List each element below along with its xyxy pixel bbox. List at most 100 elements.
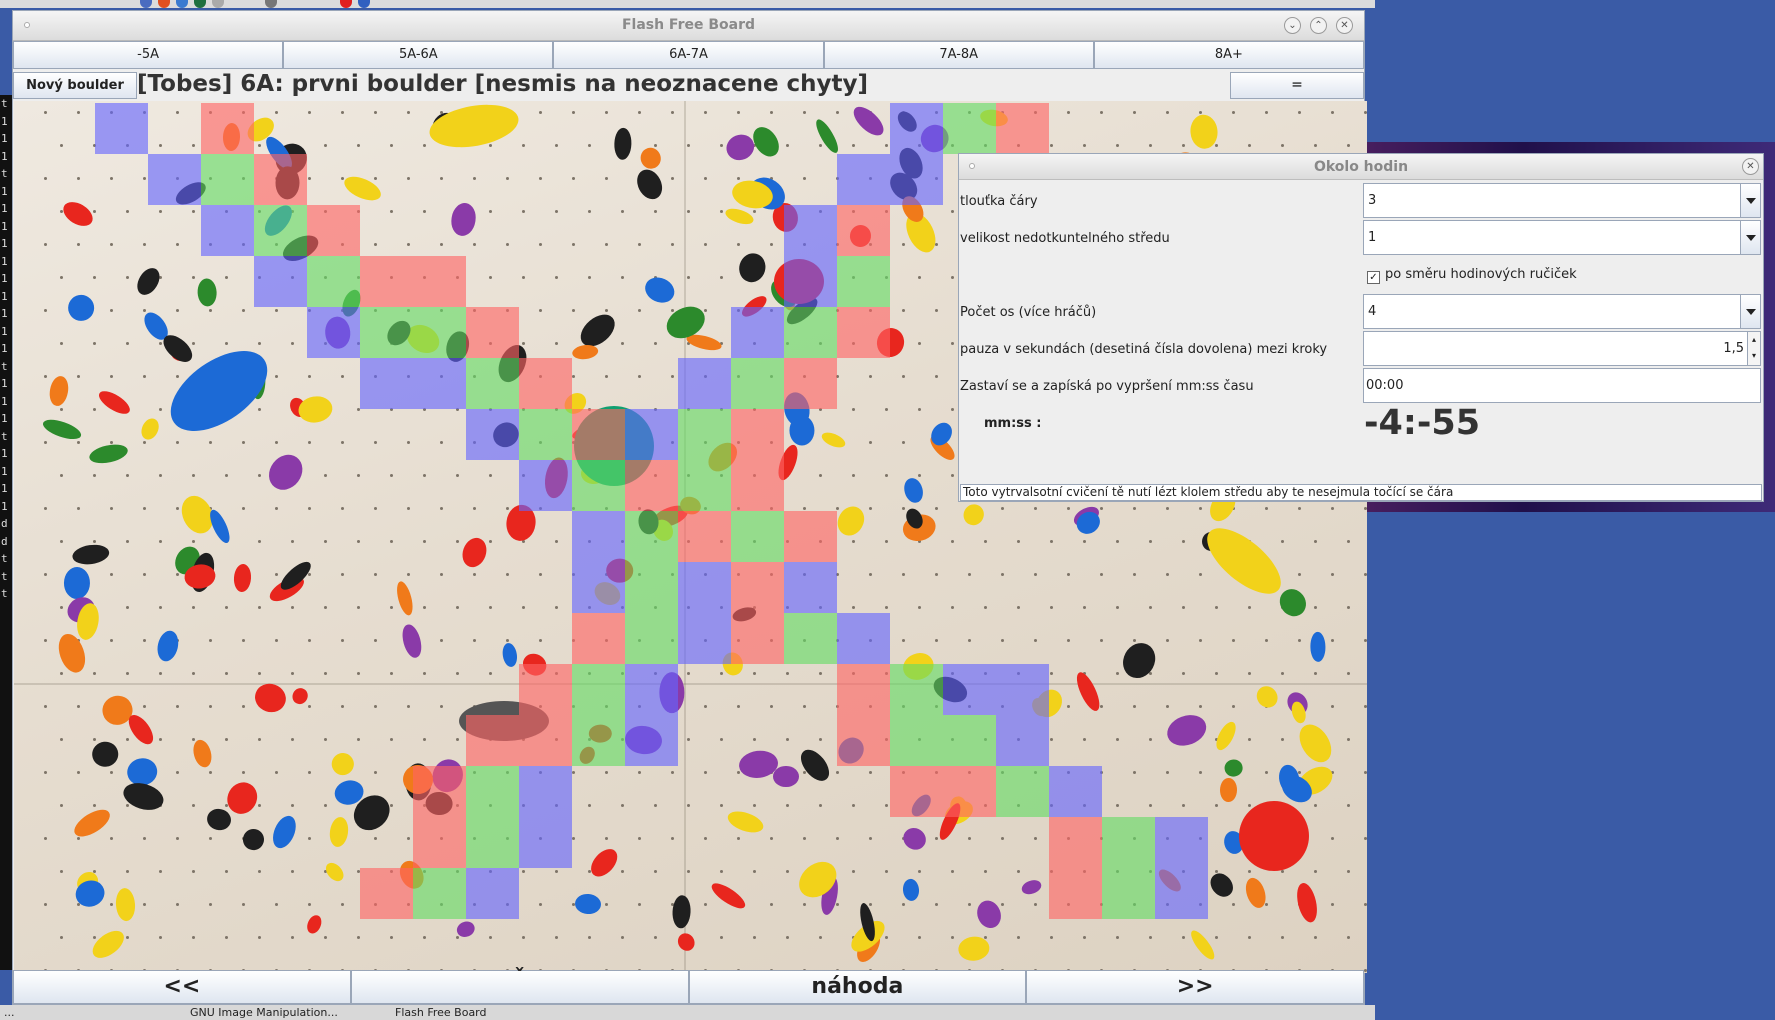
equals-button[interactable]: = bbox=[1230, 72, 1364, 99]
bolt-hole bbox=[1330, 573, 1334, 576]
minimize-icon[interactable]: ⌄ bbox=[1284, 17, 1301, 34]
bolt-hole bbox=[422, 210, 426, 213]
bolt-hole bbox=[191, 672, 195, 675]
terminal-line: 1 bbox=[1, 254, 8, 268]
climbing-hold bbox=[735, 250, 769, 286]
bolt-hole bbox=[554, 144, 558, 147]
bolt-hole bbox=[901, 375, 905, 378]
climbing-hold bbox=[673, 929, 698, 955]
bolt-hole bbox=[191, 210, 195, 213]
tab-grade-7a-8a[interactable]: 7A-8A bbox=[823, 41, 1094, 69]
browser-icon[interactable] bbox=[358, 0, 370, 8]
bolt-hole bbox=[488, 210, 492, 213]
bolt-hole bbox=[950, 276, 954, 279]
climbing-hold bbox=[671, 894, 692, 929]
bolt-hole bbox=[851, 606, 855, 609]
bolt-hole bbox=[818, 672, 822, 675]
prev-button[interactable]: << bbox=[13, 970, 351, 1004]
bolt-hole bbox=[587, 804, 591, 807]
bolt-hole bbox=[637, 243, 641, 246]
next-button[interactable]: >> bbox=[1026, 970, 1364, 1004]
dialog-title-bar[interactable]: Okolo hodin ✕ bbox=[959, 154, 1763, 180]
tab-grade-5a[interactable]: -5A bbox=[13, 41, 284, 69]
bolt-hole bbox=[175, 309, 179, 312]
stop-after-input[interactable]: 00:00 bbox=[1363, 368, 1761, 403]
path-cell bbox=[95, 103, 148, 154]
monitor-icon[interactable] bbox=[265, 0, 277, 8]
random-button[interactable]: náhoda bbox=[688, 970, 1027, 1004]
bolt-hole bbox=[1330, 903, 1334, 906]
bolt-hole bbox=[1000, 903, 1004, 906]
taskbar-item[interactable]: ... bbox=[4, 1006, 15, 1019]
bolt-hole bbox=[1165, 639, 1169, 642]
maximize-icon[interactable]: ⌃ bbox=[1310, 17, 1327, 34]
new-boulder-button[interactable]: Nový boulder bbox=[13, 72, 137, 99]
climbing-hold bbox=[91, 740, 120, 769]
bolt-hole bbox=[703, 903, 707, 906]
tab-grade-8a-plus[interactable]: 8A+ bbox=[1093, 41, 1365, 69]
chevron-down-icon[interactable] bbox=[1740, 295, 1760, 328]
bolt-hole bbox=[967, 573, 971, 576]
bolt-hole bbox=[1363, 507, 1367, 510]
bolt-hole bbox=[604, 111, 608, 114]
taskbar-item[interactable]: Flash Free Board bbox=[395, 1006, 487, 1019]
bolt-hole bbox=[1363, 969, 1367, 972]
shield-icon[interactable] bbox=[176, 0, 188, 8]
bolt-hole bbox=[488, 540, 492, 543]
spinner-arrows-icon[interactable]: ▴ ▾ bbox=[1747, 332, 1760, 365]
climbing-hold bbox=[289, 685, 310, 708]
bolt-hole bbox=[686, 738, 690, 741]
path-cell bbox=[519, 817, 572, 868]
checkbox-checked-icon[interactable]: ✓ bbox=[1367, 271, 1380, 284]
bolt-hole bbox=[868, 771, 872, 774]
center-size-select[interactable]: 1 bbox=[1363, 220, 1761, 255]
title-bar[interactable]: Flash Free Board ⌄ ⌃ ✕ bbox=[13, 11, 1364, 41]
path-cell bbox=[519, 460, 572, 511]
bolt-hole bbox=[719, 804, 723, 807]
bolt-hole bbox=[323, 672, 327, 675]
bolt-hole bbox=[406, 441, 410, 444]
down-button[interactable]: ˇ bbox=[350, 968, 689, 1004]
bolt-hole bbox=[620, 210, 624, 213]
climbing-hold bbox=[959, 500, 988, 530]
bolt-hole bbox=[422, 540, 426, 543]
clockwise-checkbox[interactable]: ✓ po směru hodinových ručiček bbox=[1367, 267, 1577, 284]
bolt-hole bbox=[307, 639, 311, 642]
bolt-hole bbox=[208, 903, 212, 906]
climbing-hold bbox=[1072, 668, 1105, 714]
bolt-hole bbox=[571, 309, 575, 312]
bolt-hole bbox=[901, 903, 905, 906]
record-icon[interactable] bbox=[340, 0, 352, 8]
axes-select[interactable]: 4 bbox=[1363, 294, 1761, 329]
bolt-hole bbox=[1198, 507, 1202, 510]
climbing-hold bbox=[1294, 880, 1321, 925]
chevron-down-icon[interactable] bbox=[1740, 221, 1760, 254]
close-icon[interactable]: ✕ bbox=[1336, 17, 1353, 34]
bolt-hole bbox=[719, 672, 723, 675]
path-cell bbox=[307, 307, 360, 358]
terminal-icon[interactable] bbox=[194, 0, 206, 8]
tab-grade-5a-6a[interactable]: 5A-6A bbox=[283, 41, 554, 69]
bolt-hole bbox=[620, 276, 624, 279]
launcher-icon[interactable] bbox=[140, 0, 152, 8]
chevron-down-icon[interactable] bbox=[1740, 184, 1760, 217]
bolt-hole bbox=[538, 177, 542, 180]
bolt-hole bbox=[752, 672, 756, 675]
bolt-hole bbox=[769, 243, 773, 246]
climbing-hold bbox=[1020, 878, 1043, 897]
editor-icon[interactable] bbox=[212, 0, 224, 8]
bolt-hole bbox=[307, 507, 311, 510]
path-cell bbox=[519, 358, 572, 409]
firefox-icon[interactable] bbox=[158, 0, 170, 8]
path-cell bbox=[519, 409, 572, 460]
bolt-hole bbox=[389, 672, 393, 675]
bolt-hole bbox=[1214, 936, 1218, 939]
bolt-hole bbox=[274, 111, 278, 114]
dialog-close-icon[interactable]: ✕ bbox=[1742, 158, 1759, 175]
pause-spinner[interactable]: 1,5 ▴ ▾ bbox=[1363, 331, 1761, 366]
line-width-select[interactable]: 3 bbox=[1363, 183, 1761, 218]
taskbar-item[interactable]: GNU Image Manipulation... bbox=[190, 1006, 338, 1019]
tab-grade-6a-7a[interactable]: 6A-7A bbox=[553, 41, 824, 69]
bolt-hole bbox=[1363, 705, 1367, 708]
bolt-hole bbox=[1247, 606, 1251, 609]
